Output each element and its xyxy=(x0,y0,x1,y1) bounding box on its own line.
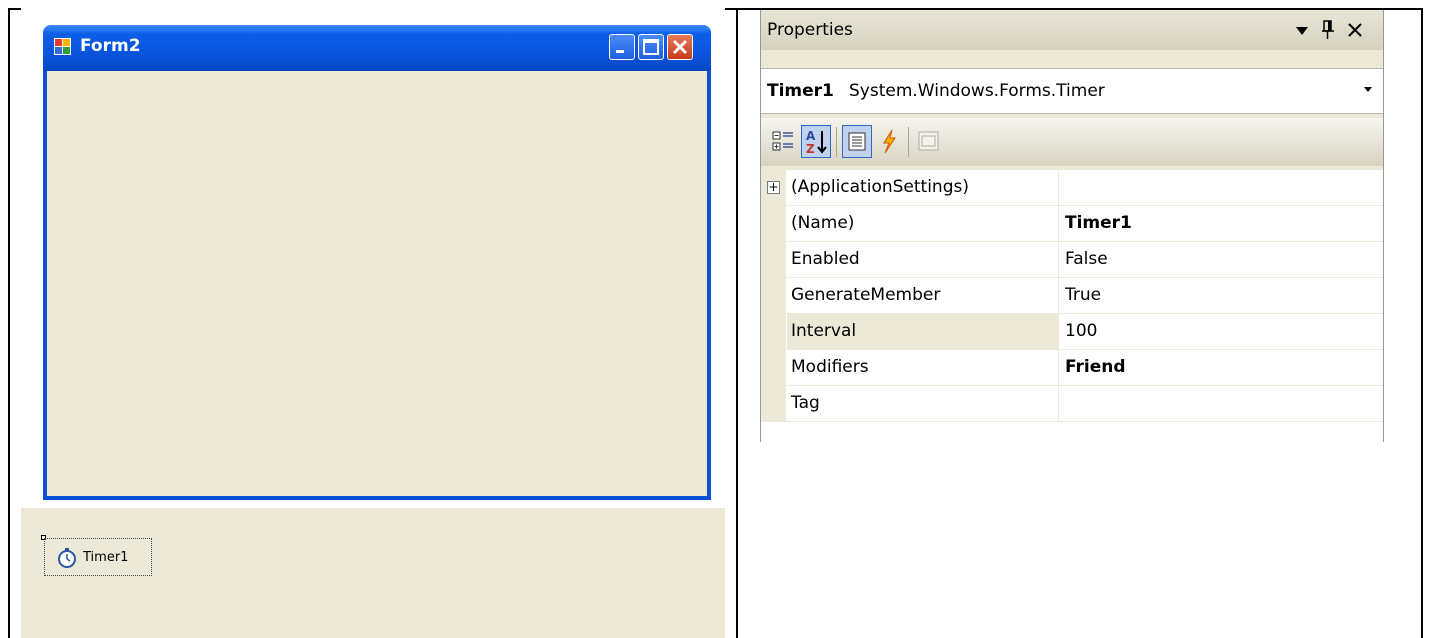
table-border-right xyxy=(1421,8,1423,638)
minimize-icon xyxy=(616,50,624,53)
property-value[interactable]: Friend xyxy=(1061,350,1383,385)
property-name: (ApplicationSettings) xyxy=(787,170,1059,205)
close-button[interactable] xyxy=(667,34,693,60)
form-icon xyxy=(54,38,71,55)
toolbar-separator xyxy=(908,127,909,157)
property-row[interactable]: Tag xyxy=(761,386,1383,422)
object-name: Timer1 xyxy=(767,81,834,101)
close-icon xyxy=(672,39,688,55)
stopwatch-icon xyxy=(58,548,76,568)
property-row-selected[interactable]: Interval 100 xyxy=(761,314,1383,350)
form-title: Form2 xyxy=(80,36,141,56)
svg-text:A: A xyxy=(806,129,816,143)
object-type: System.Windows.Forms.Timer xyxy=(849,81,1105,101)
property-value[interactable]: True xyxy=(1061,278,1383,313)
properties-title: Properties xyxy=(767,20,853,40)
property-name: Modifiers xyxy=(787,350,1059,385)
dropdown-arrow-icon[interactable] xyxy=(1295,25,1309,37)
row-gutter xyxy=(761,350,786,386)
form-titlebar[interactable]: Form2 xyxy=(43,25,711,71)
property-grid-empty xyxy=(761,422,1383,442)
row-gutter xyxy=(761,206,786,242)
property-value[interactable]: False xyxy=(1061,242,1383,277)
toolbar-separator xyxy=(836,127,837,157)
property-row[interactable]: Modifiers Friend xyxy=(761,350,1383,386)
minimize-button[interactable] xyxy=(609,34,635,60)
properties-toolbar: A Z xyxy=(761,118,1383,166)
property-value[interactable] xyxy=(1061,170,1383,205)
alphabetical-button[interactable]: A Z xyxy=(801,125,831,158)
row-gutter: + xyxy=(761,170,786,206)
table-border-left xyxy=(8,8,10,638)
object-selector[interactable]: Timer1 System.Windows.Forms.Timer xyxy=(761,68,1383,114)
form-client-area[interactable] xyxy=(47,71,707,496)
properties-button[interactable] xyxy=(842,125,872,158)
svg-text:Z: Z xyxy=(806,142,815,156)
properties-icon xyxy=(848,132,866,151)
property-name: (Name) xyxy=(787,206,1059,241)
row-gutter xyxy=(761,314,786,350)
property-row[interactable]: GenerateMember True xyxy=(761,278,1383,314)
events-icon xyxy=(883,129,896,154)
chevron-down-icon[interactable] xyxy=(1364,87,1372,92)
properties-header: Properties xyxy=(761,10,1383,50)
row-gutter xyxy=(761,386,786,422)
timer-label: Timer1 xyxy=(83,550,129,565)
property-value[interactable]: 100 xyxy=(1061,314,1383,349)
row-gutter xyxy=(761,278,786,314)
properties-window: Properties Timer1 System.Windows.Forms.T… xyxy=(760,10,1384,442)
categorized-button[interactable] xyxy=(769,125,799,158)
property-name: GenerateMember xyxy=(787,278,1059,313)
events-button[interactable] xyxy=(874,125,904,158)
maximize-icon xyxy=(643,39,659,55)
form-window[interactable]: Form2 xyxy=(43,25,711,500)
property-value[interactable]: Timer1 xyxy=(1061,206,1383,241)
pin-icon[interactable] xyxy=(1321,20,1335,40)
close-icon[interactable] xyxy=(1347,22,1363,38)
property-name: Tag xyxy=(787,386,1059,421)
categorized-icon xyxy=(772,131,793,151)
property-pages-button[interactable] xyxy=(914,125,944,158)
row-gutter xyxy=(761,242,786,278)
property-row[interactable]: (Name) Timer1 xyxy=(761,206,1383,242)
maximize-button[interactable] xyxy=(638,34,664,60)
alphabetical-icon: A Z xyxy=(806,129,827,156)
expand-icon[interactable]: + xyxy=(767,181,780,194)
table-border-middle xyxy=(736,8,738,638)
property-name: Interval xyxy=(787,314,1059,349)
timer-component[interactable]: Timer1 xyxy=(44,538,152,576)
property-name: Enabled xyxy=(787,242,1059,277)
property-pages-icon xyxy=(918,131,939,151)
property-row[interactable]: Enabled False xyxy=(761,242,1383,278)
property-value[interactable] xyxy=(1061,386,1383,421)
property-row[interactable]: + (ApplicationSettings) xyxy=(761,170,1383,206)
property-grid: + (ApplicationSettings) (Name) Timer1 En… xyxy=(761,170,1383,442)
